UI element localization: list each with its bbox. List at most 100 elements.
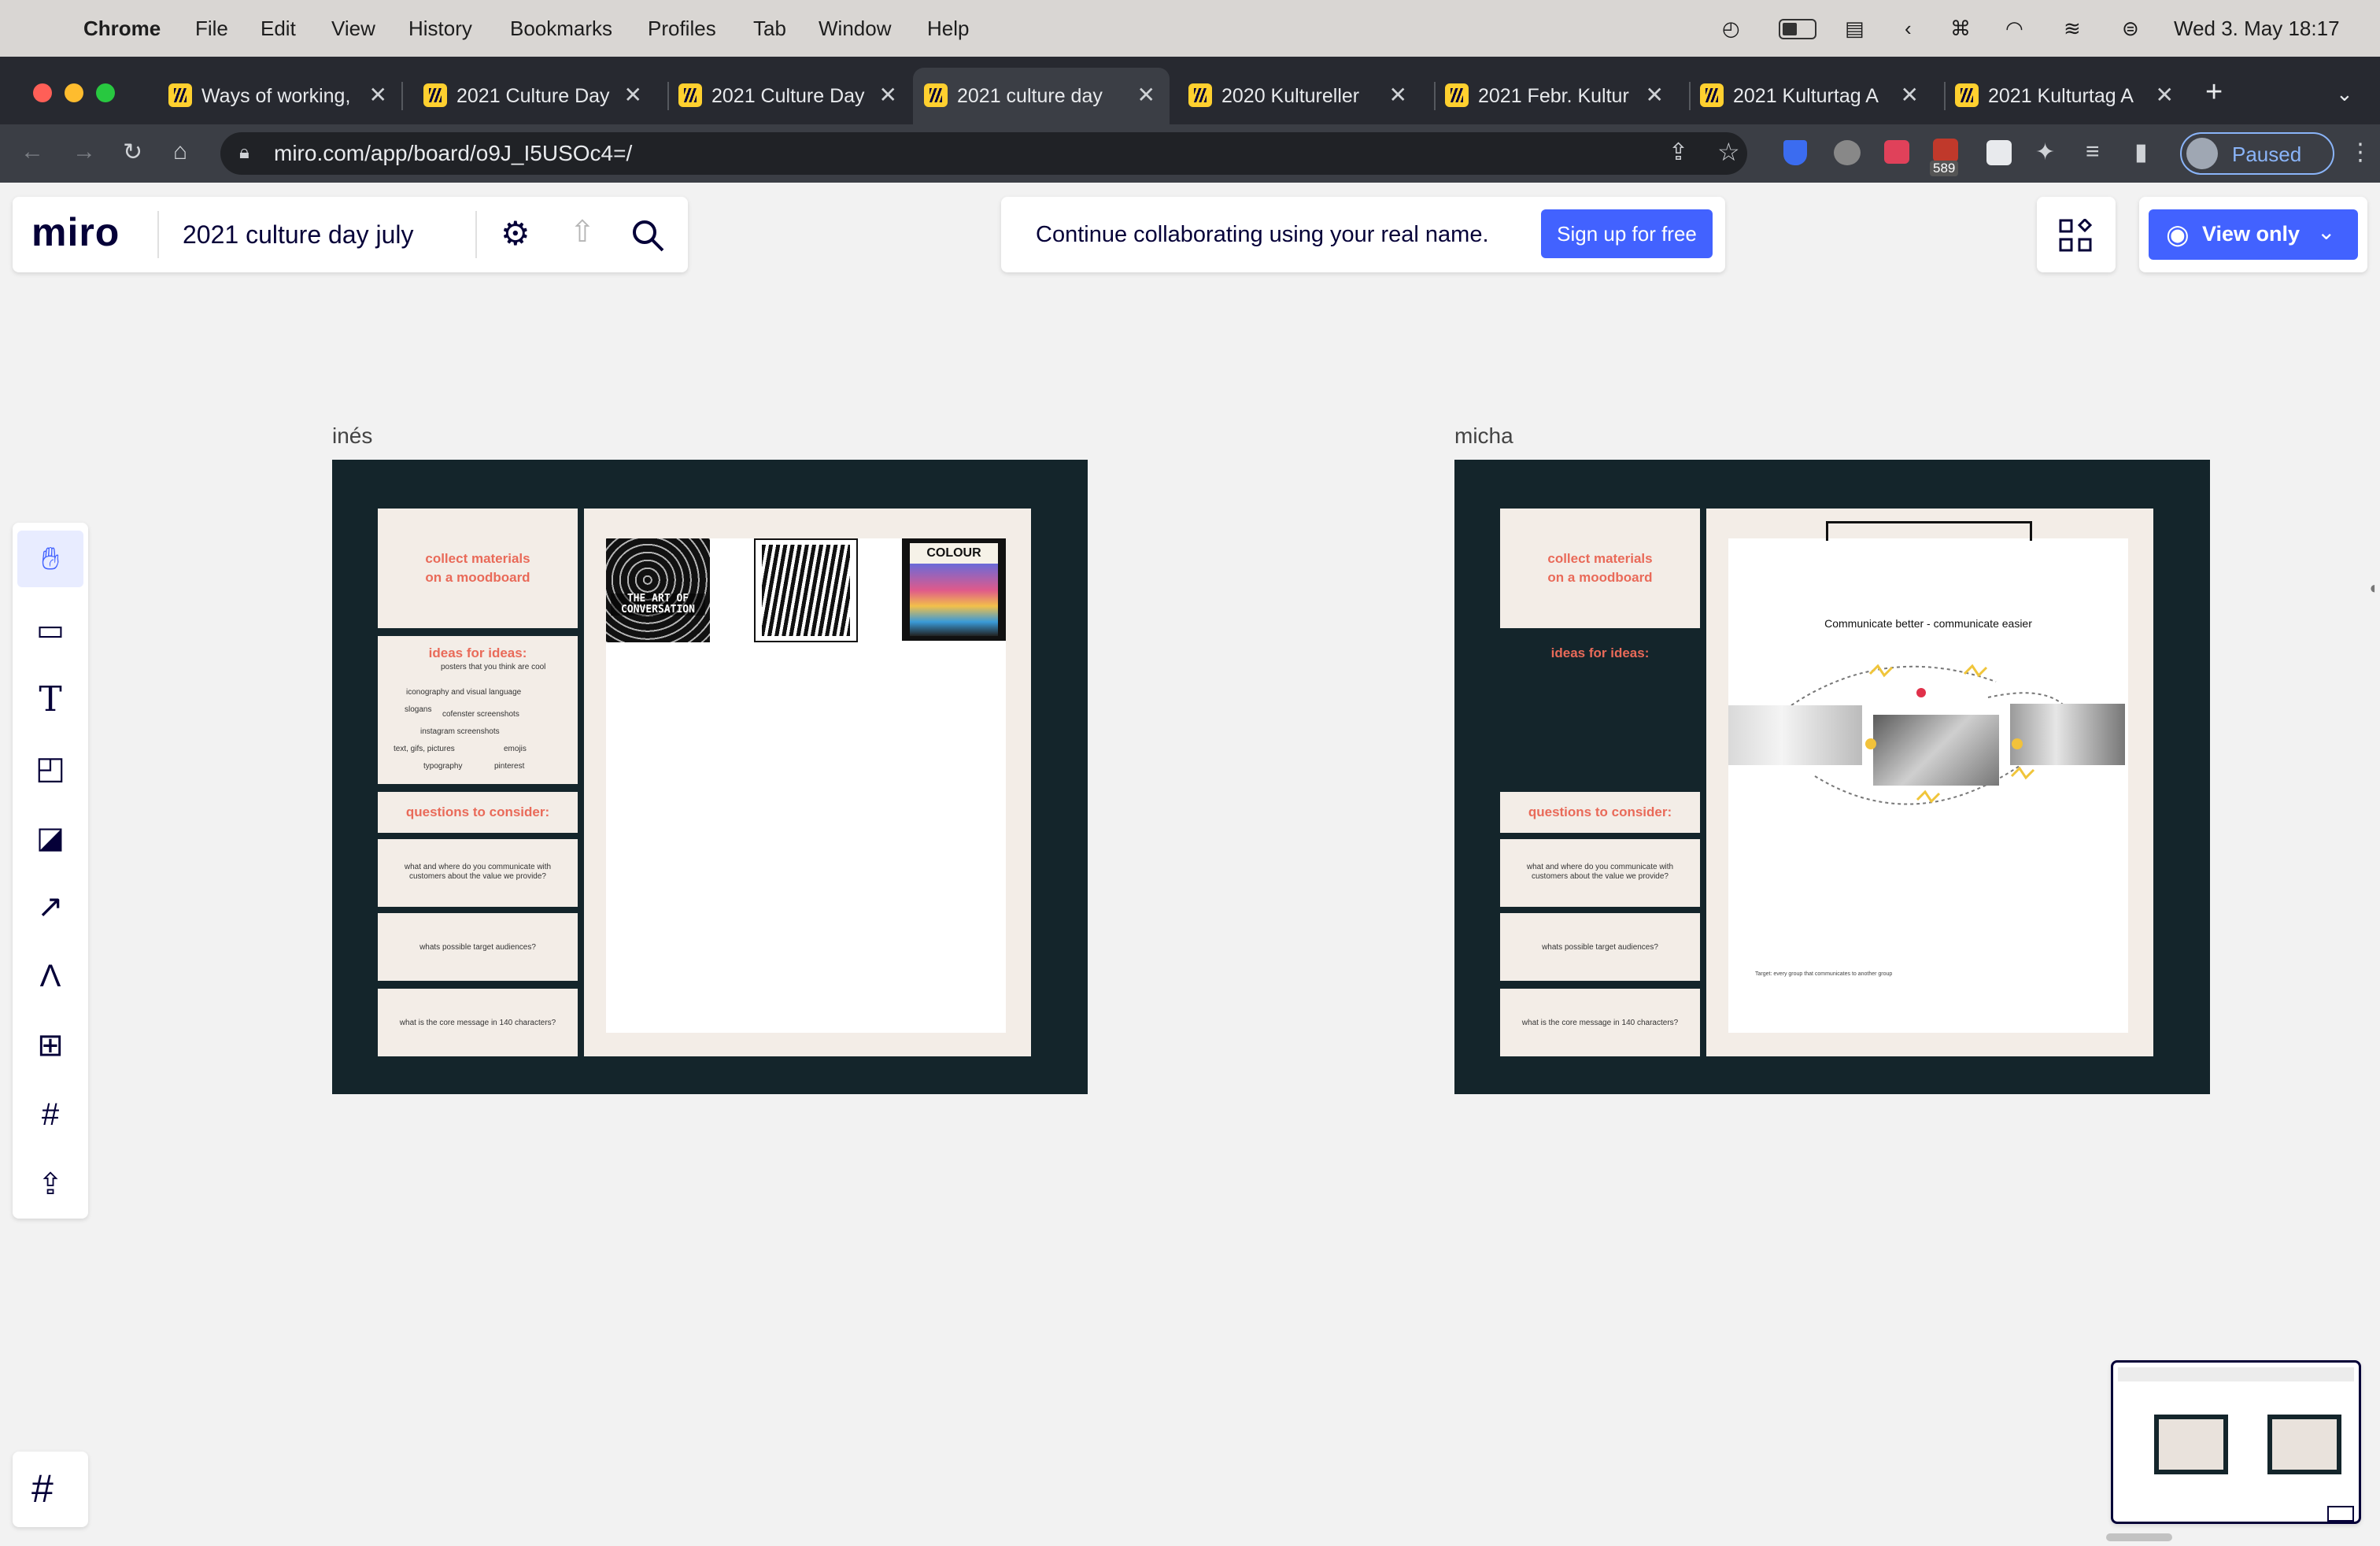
frame-title-micha[interactable]: micha xyxy=(1454,423,1513,449)
card-questions-title[interactable]: questions to consider: xyxy=(378,792,578,833)
apps-add-icon[interactable] xyxy=(2059,219,2094,253)
menu-tab[interactable]: Tab xyxy=(753,0,786,57)
export-upload-icon[interactable]: ⇧ xyxy=(570,214,595,250)
profile-paused-button[interactable]: Paused xyxy=(2180,132,2334,175)
card-question-1[interactable]: what and where do you communicate with c… xyxy=(1500,839,1700,907)
close-tab-icon[interactable]: ✕ xyxy=(1137,82,1155,108)
shapes-icon[interactable]: ◪ xyxy=(17,809,83,866)
control-icon[interactable]: ⌘ xyxy=(1950,0,1971,57)
card-question-2[interactable]: whats possible target audiences? xyxy=(378,913,578,981)
sign-up-button[interactable]: Sign up for free xyxy=(1541,209,1713,258)
zoom-window-button[interactable] xyxy=(96,83,115,102)
forward-arrow-icon[interactable]: → xyxy=(72,139,96,165)
extension-cube-icon[interactable] xyxy=(1986,140,2012,165)
card-question-2[interactable]: whats possible target audiences? xyxy=(1500,913,1700,981)
reload-icon[interactable]: ↻ xyxy=(123,139,142,166)
address-bar[interactable]: 🔒︎ miro.com/app/board/o9J_I5USOc4=/ ⇪ ☆ xyxy=(220,132,1747,175)
browser-tab[interactable]: 2020 Kultureller ✕ xyxy=(1177,68,1421,124)
miro-logo[interactable]: miro xyxy=(31,209,120,255)
frame-icon[interactable]: # xyxy=(17,1086,83,1143)
card-question-1[interactable]: what and where do you communicate with c… xyxy=(378,839,578,907)
sticky-note-icon[interactable]: ◰ xyxy=(17,740,83,797)
browser-tab[interactable]: 2021 Culture Day ✕ xyxy=(412,68,656,124)
menu-bookmarks[interactable]: Bookmarks xyxy=(510,0,612,57)
tab-search-chevron-icon[interactable]: ⌄ xyxy=(2336,82,2353,106)
close-tab-icon[interactable]: ✕ xyxy=(369,82,387,108)
view-only-dropdown[interactable]: ◉ View only ⌄ xyxy=(2149,209,2358,260)
templates-icon[interactable]: ⊞ xyxy=(17,1017,83,1074)
upload-icon[interactable]: ⇪ xyxy=(17,1156,83,1212)
menu-file[interactable]: File xyxy=(195,0,228,57)
pen-icon[interactable]: Λ xyxy=(17,948,83,1004)
arrow-icon[interactable]: ↗ xyxy=(17,878,83,935)
phone-photo-image[interactable] xyxy=(1873,715,1999,786)
card-questions-title[interactable]: questions to consider: xyxy=(1500,792,1700,833)
card-ideas-for-ideas[interactable]: ideas for ideas: xyxy=(1500,636,1700,784)
lock-icon[interactable]: 🔒︎ xyxy=(239,142,249,164)
browser-tab-active[interactable]: 2021 culture day ✕ xyxy=(913,68,1170,124)
close-tab-icon[interactable]: ✕ xyxy=(879,82,897,108)
control-center-icon[interactable]: ⊜ xyxy=(2122,0,2139,57)
close-tab-icon[interactable]: ✕ xyxy=(1389,82,1407,108)
close-tab-icon[interactable]: ✕ xyxy=(2156,82,2174,108)
new-tab-plus-icon[interactable]: + xyxy=(2205,76,2223,109)
card-collect-materials[interactable]: collect materials on a moodboard xyxy=(1500,509,1700,628)
close-tab-icon[interactable]: ✕ xyxy=(1901,82,1919,108)
menu-view[interactable]: View xyxy=(331,0,375,57)
bookmark-star-icon[interactable]: ☆ xyxy=(1717,137,1740,167)
comment-icon[interactable]: ▭ xyxy=(17,601,83,658)
menu-help[interactable]: Help xyxy=(927,0,969,57)
minimize-window-button[interactable] xyxy=(65,83,83,102)
url-text[interactable]: miro.com/app/board/o9J_I5USOc4=/ xyxy=(274,141,632,166)
group-photo-image[interactable] xyxy=(2010,704,2125,765)
extensions-puzzle-icon[interactable]: ✦ xyxy=(2035,139,2055,166)
settings-gear-icon[interactable]: ⚙ xyxy=(501,214,530,253)
menu-edit[interactable]: Edit xyxy=(261,0,296,57)
poster-image[interactable]: THE ART OF CONVERSATION xyxy=(606,538,710,642)
chevron-left-icon[interactable]: ‹ xyxy=(1905,0,1912,57)
pocket-extension-icon[interactable] xyxy=(1884,140,1909,164)
browser-tab[interactable]: 2021 Febr. Kultur ✕ xyxy=(1434,68,1678,124)
hand-icon[interactable]: ✋︎ xyxy=(17,531,83,587)
frame-title-ines[interactable]: inés xyxy=(332,423,372,449)
close-tab-icon[interactable]: ✕ xyxy=(1646,82,1664,108)
image-placeholder[interactable] xyxy=(1826,521,2032,541)
extension-badge-icon[interactable] xyxy=(1933,139,1958,162)
browser-tab[interactable]: 2021 Kulturtag A ✕ xyxy=(1944,68,2188,124)
time-machine-icon[interactable]: ◴ xyxy=(1722,0,1740,57)
search-icon[interactable] xyxy=(630,217,666,253)
menu-profiles[interactable]: Profiles xyxy=(648,0,716,57)
share-icon[interactable]: ⇪ xyxy=(1669,139,1688,166)
browser-tab[interactable]: Ways of working, ✕ xyxy=(157,68,401,124)
menu-window[interactable]: Window xyxy=(819,0,891,57)
text-icon[interactable]: T xyxy=(17,671,83,727)
user-switch-icon[interactable]: ◠ xyxy=(2005,0,2023,57)
close-tab-icon[interactable]: ✕ xyxy=(624,82,642,108)
moodboard-area[interactable]: THE ART OF CONVERSATION COLOUR xyxy=(584,509,1031,1056)
card-question-3[interactable]: what is the core message in 140 characte… xyxy=(378,989,578,1056)
wifi-icon[interactable]: ≋ xyxy=(2064,0,2081,57)
browser-tab[interactable]: 2021 Culture Day ✕ xyxy=(667,68,911,124)
menu-datetime[interactable]: Wed 3. May 18:17 xyxy=(2174,0,2340,57)
poster-image[interactable] xyxy=(754,538,858,642)
moodboard-area[interactable]: Communicate better - communicate easier … xyxy=(1706,509,2153,1056)
back-arrow-icon[interactable]: ← xyxy=(20,139,44,165)
poster-image[interactable]: COLOUR xyxy=(902,538,1006,641)
extension-icon[interactable] xyxy=(1834,140,1861,165)
board-title[interactable]: 2021 culture day july xyxy=(183,220,414,250)
card-collect-materials[interactable]: collect materials on a moodboard xyxy=(378,509,578,628)
reading-list-icon[interactable]: ≡ xyxy=(2086,139,2100,165)
menu-history[interactable]: History xyxy=(408,0,472,57)
chrome-menu-kebab-icon[interactable]: ⋮ xyxy=(2349,139,2372,166)
card-question-3[interactable]: what is the core message in 140 characte… xyxy=(1500,989,1700,1056)
close-window-button[interactable] xyxy=(33,83,52,102)
side-panel-icon[interactable]: ▮ xyxy=(2134,139,2148,166)
team-photo-image[interactable] xyxy=(1728,705,1862,765)
menu-app-name[interactable]: Chrome xyxy=(83,0,161,57)
frames-panel-button[interactable]: # xyxy=(13,1452,88,1527)
minimap[interactable] xyxy=(2111,1360,2361,1524)
card-ideas-for-ideas[interactable]: ideas for ideas: posters that you think … xyxy=(378,636,578,784)
home-icon[interactable]: ⌂ xyxy=(173,139,187,165)
battery-icon[interactable] xyxy=(1779,19,1816,39)
bitwarden-extension-icon[interactable] xyxy=(1783,140,1807,165)
